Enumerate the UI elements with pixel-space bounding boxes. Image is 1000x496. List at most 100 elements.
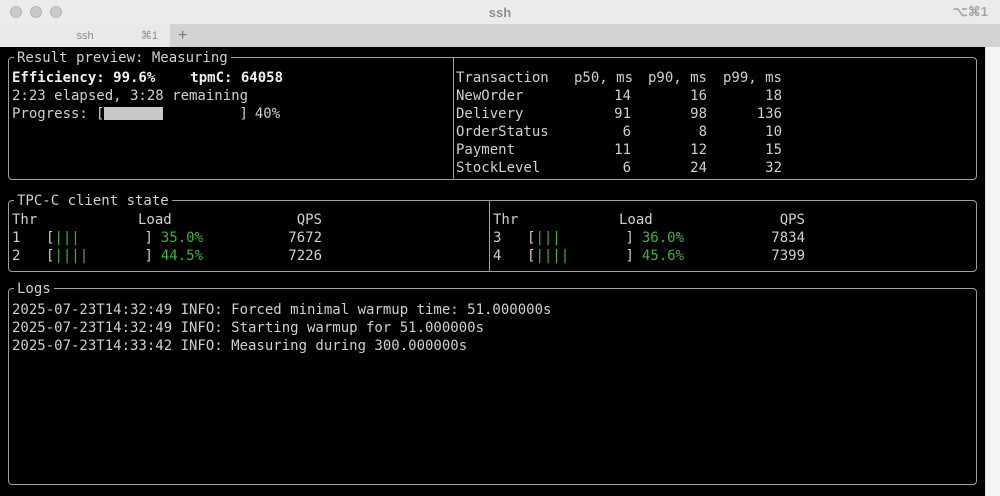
log-line: 2025-07-23T14:32:49 INFO: Forced minimal… bbox=[12, 301, 972, 319]
title-bar: ssh ⌥⌘1 bbox=[0, 0, 1000, 24]
p50-value: 14 bbox=[574, 87, 631, 105]
thread-row: 3[|||] 36.0%7834 bbox=[493, 229, 972, 247]
result-preview-title: Result preview: Measuring bbox=[14, 49, 231, 67]
transaction-name: Delivery bbox=[456, 105, 574, 123]
qps-value: 7399 bbox=[692, 247, 972, 265]
close-window-icon[interactable] bbox=[10, 6, 22, 18]
client-state-title: TPC-C client state bbox=[14, 192, 172, 210]
transaction-name: StockLevel bbox=[456, 159, 574, 177]
transaction-name: OrderStatus bbox=[456, 123, 574, 141]
progress-close-bracket: ] bbox=[239, 106, 247, 122]
efficiency-row: Efficiency: 99.6% tpmC: 64058 bbox=[12, 69, 448, 87]
zoom-window-icon[interactable] bbox=[50, 6, 62, 18]
transaction-latency-table: Transaction p50, ms p90, ms p99, ms NewO… bbox=[456, 69, 972, 177]
new-tab-button[interactable]: + bbox=[170, 24, 187, 47]
p90-value: 8 bbox=[631, 123, 707, 141]
progress-percent: 40% bbox=[255, 106, 280, 122]
load-meter-bars: |||| bbox=[54, 247, 144, 265]
threads-header: ThrLoadQPS bbox=[493, 211, 972, 229]
load-meter-close-bracket: ] bbox=[144, 247, 152, 265]
logs-box: Logs 2025-07-23T14:32:49 INFO: Forced mi… bbox=[8, 288, 977, 485]
thr-column-header: Thr bbox=[493, 211, 527, 229]
log-line: 2025-07-23T14:33:42 INFO: Measuring duri… bbox=[12, 337, 972, 355]
minimize-window-icon[interactable] bbox=[30, 6, 42, 18]
p90-value: 98 bbox=[631, 105, 707, 123]
transaction-row: Delivery9198136 bbox=[456, 105, 972, 123]
p99-value: 32 bbox=[707, 159, 782, 177]
load-column-header: Load bbox=[138, 211, 172, 229]
vertical-divider bbox=[489, 201, 490, 271]
p50-value: 91 bbox=[574, 105, 631, 123]
logs-title: Logs bbox=[14, 280, 54, 298]
p50-value: 6 bbox=[574, 123, 631, 141]
thread-id: 4 bbox=[493, 247, 527, 265]
p90-value: 24 bbox=[631, 159, 707, 177]
transaction-name: Payment bbox=[456, 141, 574, 159]
transaction-row: NewOrder141618 bbox=[456, 87, 972, 105]
progress-label: Progress: bbox=[12, 105, 96, 123]
thr-column-header: Thr bbox=[12, 211, 46, 229]
load-percent: 44.5% bbox=[161, 247, 211, 265]
progress-row: Progress:[] 40% bbox=[12, 105, 448, 123]
p99-value: 136 bbox=[707, 105, 782, 123]
terminal-screen: Result preview: Measuring Efficiency: 99… bbox=[0, 47, 985, 496]
load-meter-close-bracket: ] bbox=[625, 247, 633, 265]
load-meter-close-bracket: ] bbox=[625, 229, 633, 247]
log-lines: 2025-07-23T14:32:49 INFO: Forced minimal… bbox=[12, 301, 972, 355]
progress-bar-fill bbox=[104, 107, 163, 120]
p99-value: 18 bbox=[707, 87, 782, 105]
result-preview-box: Result preview: Measuring Efficiency: 99… bbox=[8, 57, 977, 180]
thread-row: 2[||||]44.5%7226 bbox=[12, 247, 489, 265]
transaction-row: OrderStatus6810 bbox=[456, 123, 972, 141]
tab-shortcut-badge: ⌘1 bbox=[141, 29, 158, 42]
traffic-lights bbox=[0, 6, 62, 18]
load-meter-open-bracket: [ bbox=[46, 229, 54, 247]
tab-ssh[interactable]: ssh ⌘1 bbox=[0, 24, 170, 47]
transaction-row: StockLevel62432 bbox=[456, 159, 972, 177]
p50-value: 11 bbox=[574, 141, 631, 159]
p90-value: 16 bbox=[631, 87, 707, 105]
client-state-box: TPC-C client state ThrLoadQPS1[|||]35.0%… bbox=[8, 200, 977, 272]
threads-panel-left: ThrLoadQPS1[|||]35.0%76722[||||]44.5%722… bbox=[12, 211, 489, 265]
thread-row: 4[||||] 45.6%7399 bbox=[493, 247, 972, 265]
qps-value: 7672 bbox=[211, 229, 489, 247]
window-shortcut-badge: ⌥⌘1 bbox=[953, 4, 988, 20]
vertical-divider bbox=[453, 58, 454, 179]
load-meter-open-bracket: [ bbox=[527, 247, 535, 265]
threads-panel-right: ThrLoadQPS3[|||] 36.0%7834 4[||||] 45.6%739… bbox=[493, 211, 972, 265]
log-line: 2025-07-23T14:32:49 INFO: Starting warmu… bbox=[12, 319, 972, 337]
tpmc-value: tpmC: 64058 bbox=[190, 70, 283, 86]
efficiency-value: Efficiency: 99.6% bbox=[12, 70, 155, 86]
qps-value: 7834 bbox=[692, 229, 972, 247]
terminal-scrollbar[interactable] bbox=[985, 47, 1000, 496]
p99-value: 15 bbox=[707, 141, 782, 159]
transaction-name: NewOrder bbox=[456, 87, 574, 105]
load-meter-open-bracket: [ bbox=[527, 229, 535, 247]
transaction-row: Payment111215 bbox=[456, 141, 972, 159]
load-meter-open-bracket: [ bbox=[46, 247, 54, 265]
qps-column-header: QPS bbox=[653, 211, 972, 229]
p90-value: 12 bbox=[631, 141, 707, 159]
elapsed-row: 2:23 elapsed, 3:28 remaining bbox=[12, 87, 448, 105]
load-meter-bars: ||| bbox=[535, 229, 625, 247]
progress-bar bbox=[104, 107, 239, 120]
load-meter-bars: |||| bbox=[535, 247, 625, 265]
progress-open-bracket: [ bbox=[96, 106, 104, 122]
p99-value: 10 bbox=[707, 123, 782, 141]
load-percent: 36.0% bbox=[642, 229, 692, 247]
tab-bar: ssh ⌘1 + bbox=[0, 24, 1000, 47]
tab-label: ssh bbox=[76, 30, 93, 42]
p50-value: 6 bbox=[574, 159, 631, 177]
plus-icon: + bbox=[178, 27, 187, 45]
load-meter-bars: ||| bbox=[54, 229, 144, 247]
iterm-window: ssh ⌥⌘1 ssh ⌘1 + Result preview: Measuri… bbox=[0, 0, 1000, 496]
load-percent: 45.6% bbox=[642, 247, 692, 265]
qps-value: 7226 bbox=[211, 247, 489, 265]
load-percent: 35.0% bbox=[161, 229, 211, 247]
thread-id: 3 bbox=[493, 229, 527, 247]
transaction-table-body: NewOrder141618Delivery9198136OrderStatus… bbox=[456, 87, 972, 177]
qps-column-header: QPS bbox=[172, 211, 489, 229]
result-summary: Efficiency: 99.6% tpmC: 64058 2:23 elapse… bbox=[12, 69, 448, 123]
transaction-table-header: Transaction p50, ms p90, ms p99, ms bbox=[456, 69, 972, 87]
load-meter-close-bracket: ] bbox=[144, 229, 152, 247]
